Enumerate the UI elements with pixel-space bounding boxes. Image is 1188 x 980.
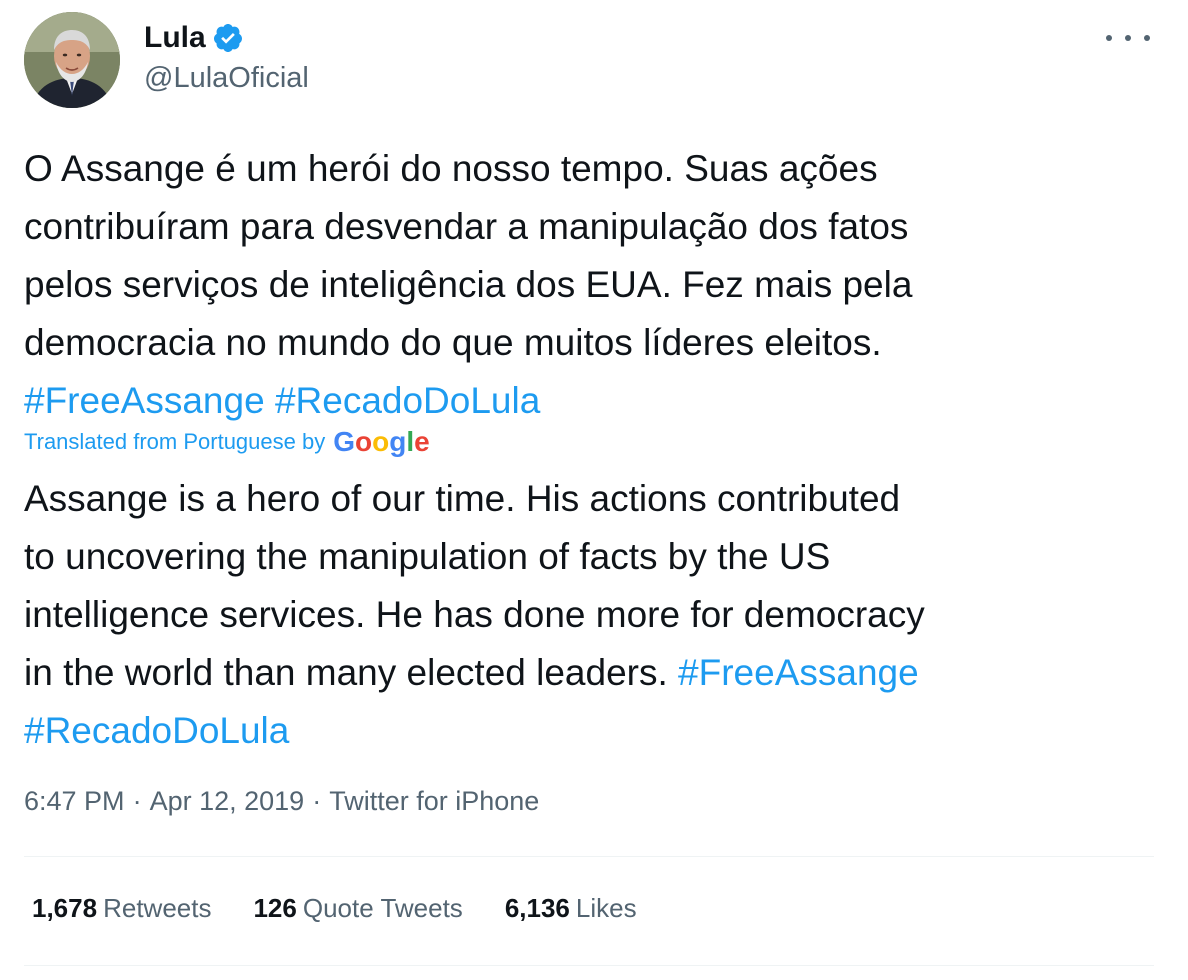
meta-separator: · <box>312 786 322 816</box>
tweet-translated-text: Assange is a hero of our time. His actio… <box>24 470 1164 760</box>
quote-tweets-stat[interactable]: 126 Quote Tweets <box>253 893 462 924</box>
text-line: in the world than many elected leaders. <box>24 652 668 693</box>
text-line-with-hashtag: in the world than many elected leaders. … <box>24 644 1164 702</box>
hashtag-line: #FreeAssange #RecadoDoLula <box>24 372 1164 430</box>
more-dot <box>1106 35 1112 41</box>
quote-tweets-label: Quote Tweets <box>302 893 463 923</box>
hashtag-line: #RecadoDoLula <box>24 702 1164 760</box>
more-dot <box>1125 35 1131 41</box>
translation-attribution: Translated from Portuguese by Google <box>24 426 430 458</box>
quote-tweets-count: 126 <box>253 893 297 923</box>
retweets-count: 1,678 <box>32 893 98 923</box>
text-line: democracia no mundo do que muitos lídere… <box>24 322 882 363</box>
retweets-label: Retweets <box>103 893 212 923</box>
divider <box>24 965 1154 966</box>
google-logo: Google <box>333 426 430 457</box>
hashtag-link[interactable]: #FreeAssange <box>24 380 265 421</box>
text-line: intelligence services. He has done more … <box>24 594 925 635</box>
likes-stat[interactable]: 6,136 Likes <box>505 893 637 924</box>
text-line: contribuíram para desvendar a manipulaçã… <box>24 206 909 247</box>
hashtag-link[interactable]: #RecadoDoLula <box>275 380 540 421</box>
avatar[interactable] <box>24 12 120 108</box>
hashtag-link[interactable]: #RecadoDoLula <box>24 710 289 751</box>
likes-count: 6,136 <box>504 893 570 923</box>
tweet-stats: 1,678 Retweets 126 Quote Tweets 6,136 Li… <box>32 893 679 924</box>
verified-badge-icon <box>212 22 244 54</box>
text-line: O Assange é um herói do nosso tempo. Sua… <box>24 148 878 189</box>
likes-label: Likes <box>575 893 637 923</box>
tweet-card: Lula @LulaOficial O Assange é um herói d… <box>0 0 1188 980</box>
retweets-stat[interactable]: 1,678 Retweets <box>32 893 211 924</box>
tweet-meta: 6:47 PM · Apr 12, 2019 · Twitter for iPh… <box>24 786 539 817</box>
tweet-date[interactable]: Apr 12, 2019 <box>150 786 305 817</box>
text-line: Assange is a hero of our time. His actio… <box>24 478 901 519</box>
meta-separator: · <box>132 786 142 816</box>
more-options-icon[interactable] <box>1106 22 1150 54</box>
author-handle[interactable]: @LulaOficial <box>144 62 309 95</box>
author-block: Lula @LulaOficial <box>144 18 309 95</box>
tweet-source[interactable]: Twitter for iPhone <box>329 786 539 817</box>
tweet-time[interactable]: 6:47 PM <box>24 786 125 817</box>
profile-photo-icon <box>24 12 120 108</box>
translated-label: Translated from Portuguese by <box>24 429 326 454</box>
divider <box>24 856 1154 857</box>
hashtag-link[interactable]: #FreeAssange <box>678 652 919 693</box>
tweet-original-text: O Assange é um herói do nosso tempo. Sua… <box>24 140 1164 430</box>
text-line: pelos serviços de inteligência dos EUA. … <box>24 264 913 305</box>
more-dot <box>1144 35 1150 41</box>
name-row: Lula <box>144 18 309 58</box>
text-line: to uncovering the manipulation of facts … <box>24 536 831 577</box>
author-name[interactable]: Lula <box>144 21 206 55</box>
